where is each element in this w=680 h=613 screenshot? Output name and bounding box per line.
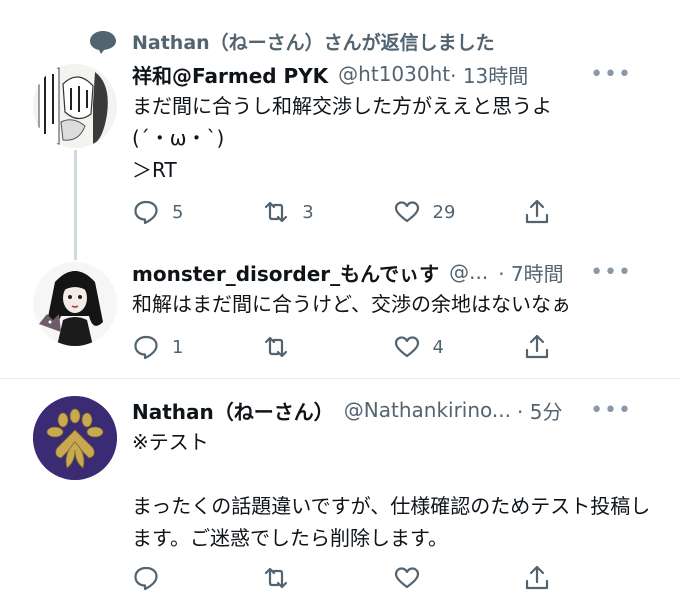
share-icon — [525, 334, 548, 359]
tweet-text: 和解はまだ間に合うけど、交渉の余地はないなぁ — [132, 292, 571, 316]
reply-button[interactable]: 1 — [132, 329, 262, 365]
heart-icon — [394, 336, 419, 358]
avatar[interactable] — [33, 262, 117, 346]
share-icon — [525, 565, 548, 590]
heart-icon — [394, 567, 419, 589]
more-options-icon[interactable]: ••• — [590, 62, 632, 87]
retweet-icon — [265, 201, 288, 223]
reply-button[interactable]: 5 — [132, 194, 262, 230]
speech-bubble-icon — [90, 30, 116, 54]
timestamp[interactable]: · 7時間 — [498, 258, 563, 287]
avatar[interactable] — [33, 396, 117, 480]
retweet-button[interactable] — [262, 560, 392, 596]
like-button[interactable] — [393, 560, 523, 596]
tweet-text: ※テスト まったくの話題違いですが、仕様確認のためテスト投稿します。ご迷惑でした… — [132, 430, 651, 550]
share-button[interactable] — [523, 329, 562, 365]
tweet-divider — [0, 378, 680, 379]
retweet-button[interactable]: 3 — [262, 194, 392, 230]
reply-icon — [134, 200, 158, 225]
display-name[interactable]: 祥和@Farmed PYK — [132, 60, 328, 89]
like-button[interactable]: 29 — [393, 194, 523, 230]
reply-button[interactable] — [132, 560, 262, 596]
reply-count: 5 — [172, 201, 184, 223]
reply-context-text: Nathan（ねーさん）さんが返信しました — [132, 32, 495, 54]
share-button[interactable] — [523, 560, 562, 596]
timestamp[interactable]: · 13時間 — [450, 60, 528, 89]
character-avatar-image — [33, 262, 117, 346]
retweet-button[interactable] — [262, 329, 392, 365]
thread-connector-line — [74, 150, 77, 260]
share-button[interactable] — [523, 194, 562, 230]
like-count: 29 — [432, 201, 456, 223]
manga-avatar-image — [33, 64, 117, 148]
reply-icon — [134, 566, 158, 591]
avatar[interactable] — [33, 64, 117, 148]
retweet-icon — [265, 567, 288, 589]
reply-context-header[interactable]: Nathan（ねーさん）さんが返信しました — [88, 28, 495, 55]
more-options-icon[interactable]: ••• — [590, 260, 632, 285]
like-button[interactable]: 4 — [393, 329, 523, 365]
heart-icon — [394, 201, 419, 223]
more-options-icon[interactable]: ••• — [590, 398, 632, 423]
like-count: 4 — [432, 336, 444, 358]
tweet-text: まだ間に合うし和解交渉した方がええと思うよ (´・ω・`) ＞RT — [132, 94, 552, 182]
retweet-icon — [265, 336, 288, 358]
user-handle[interactable]: @Nathankirino... — [344, 398, 511, 422]
display-name[interactable]: Nathan（ねーさん） — [132, 396, 334, 425]
share-icon — [525, 199, 548, 224]
user-handle[interactable]: @... — [449, 260, 488, 284]
reply-count: 1 — [172, 336, 184, 358]
user-handle[interactable]: @ht1030ht — [338, 62, 450, 86]
reply-icon — [134, 335, 158, 360]
retweet-count: 3 — [302, 201, 314, 223]
timestamp[interactable]: · 5分 — [517, 396, 562, 425]
crest-avatar-image — [33, 396, 117, 480]
display-name[interactable]: monster_disorder_もんでぃす — [132, 258, 439, 287]
